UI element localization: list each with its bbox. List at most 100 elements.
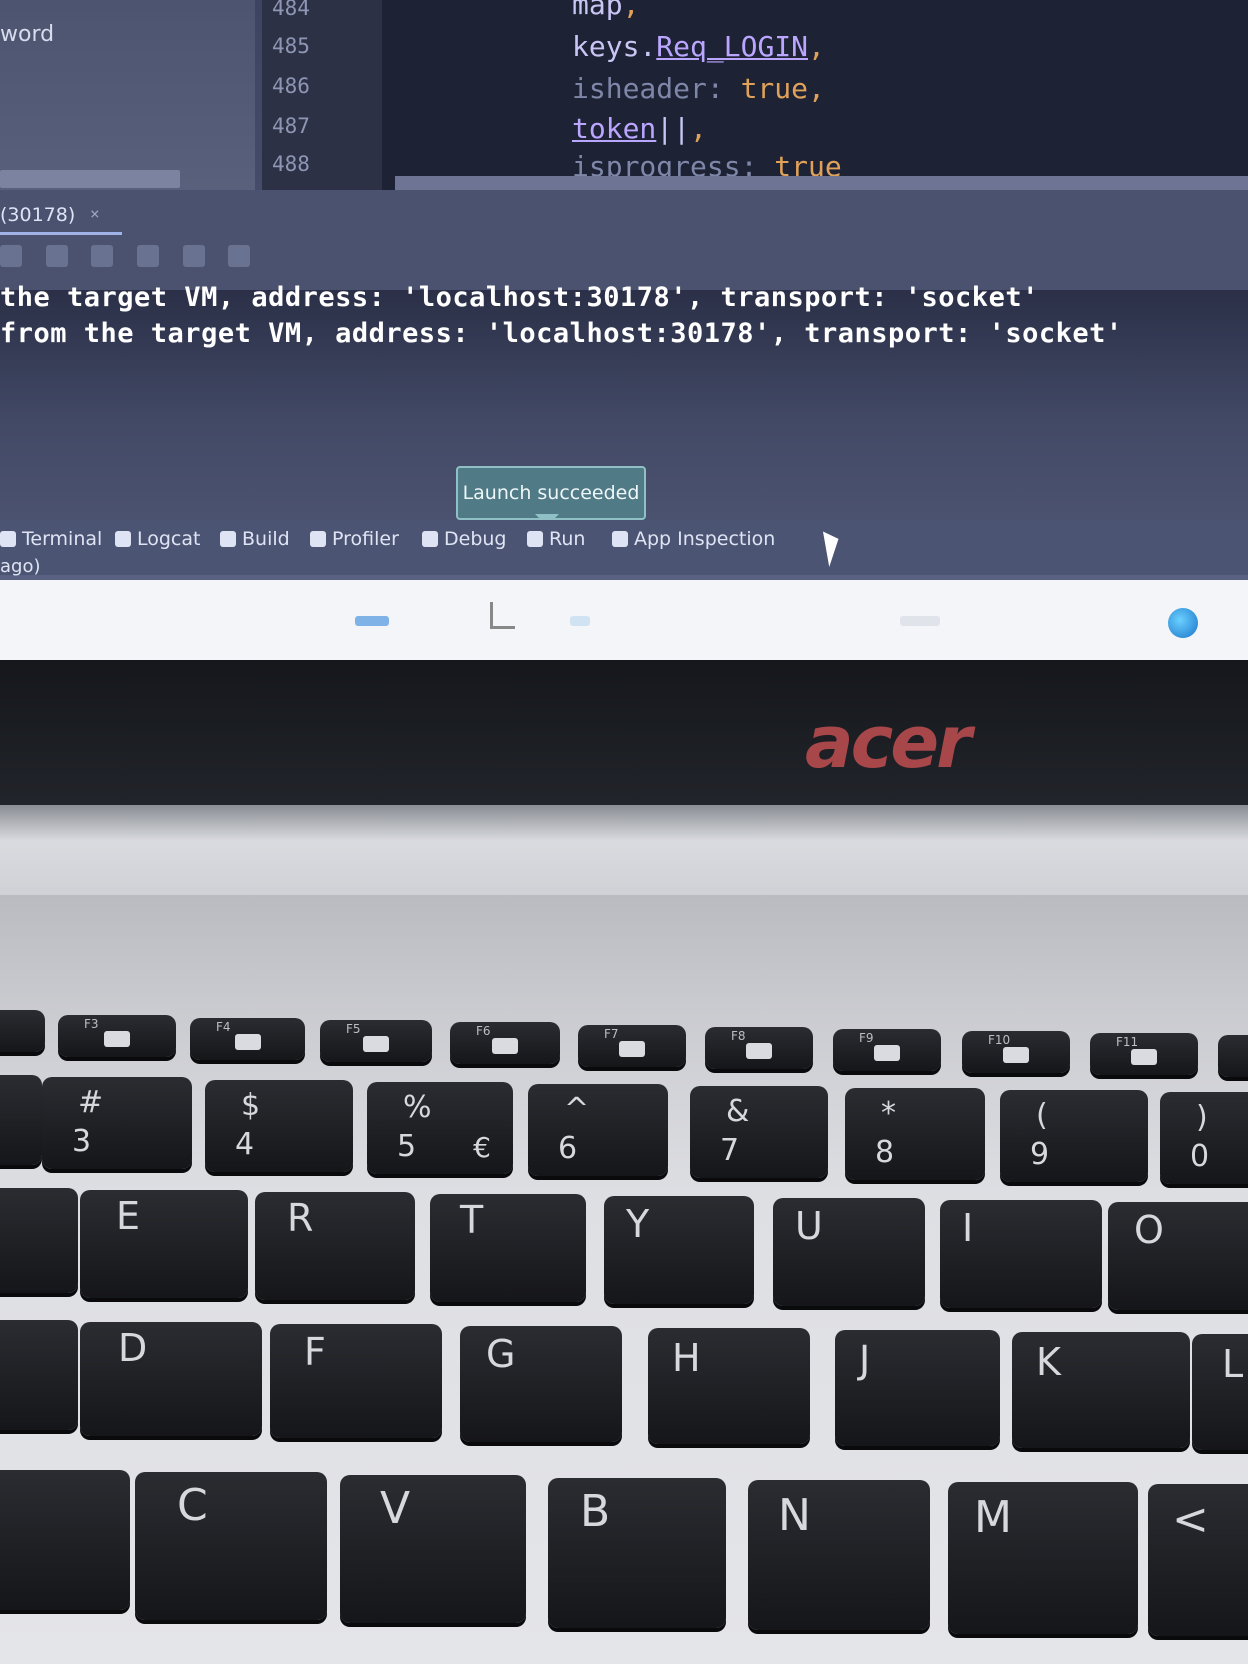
fn-key[interactable] bbox=[1218, 1035, 1248, 1077]
key-f[interactable]: F bbox=[270, 1324, 442, 1438]
key-n[interactable]: N bbox=[748, 1480, 930, 1630]
key-o[interactable]: O bbox=[1108, 1202, 1248, 1310]
line-number: 484 bbox=[272, 0, 310, 20]
line-number-gutter: 484 485 486 487 488 bbox=[262, 0, 382, 190]
key-x[interactable] bbox=[0, 1470, 130, 1610]
step-over-icon[interactable] bbox=[0, 245, 22, 267]
fn-key-f3[interactable]: F3 bbox=[58, 1015, 176, 1057]
key-5[interactable]: % 5 € bbox=[367, 1082, 513, 1174]
os-taskbar bbox=[0, 580, 1248, 660]
key-t[interactable]: T bbox=[430, 1194, 586, 1302]
code-editor[interactable]: map, keys.Req_LOGIN, isheader: true, tok… bbox=[382, 0, 1248, 190]
side-panel-label: word bbox=[0, 22, 55, 47]
key-7[interactable]: & 7 bbox=[690, 1086, 828, 1178]
run-tab[interactable]: Run bbox=[527, 528, 585, 550]
key-k[interactable]: K bbox=[1012, 1332, 1190, 1448]
key-c[interactable]: C bbox=[135, 1472, 327, 1620]
fn-key-f6[interactable]: F6 bbox=[450, 1022, 560, 1064]
key-e[interactable]: E bbox=[80, 1190, 248, 1298]
code-line: keys.Req_LOGIN, bbox=[572, 30, 825, 63]
key-g[interactable]: G bbox=[460, 1326, 622, 1442]
key-r[interactable]: R bbox=[255, 1192, 415, 1300]
key-6[interactable]: ^ 6 bbox=[528, 1084, 668, 1176]
build-tab[interactable]: Build bbox=[220, 528, 290, 550]
key-d[interactable]: D bbox=[80, 1322, 262, 1436]
code-token: isheader: bbox=[572, 72, 741, 105]
taskbar-app-icon[interactable] bbox=[570, 616, 590, 626]
fn-key-f4[interactable]: F4 bbox=[190, 1018, 305, 1060]
key-b[interactable]: B bbox=[548, 1478, 726, 1628]
key-y[interactable]: Y bbox=[604, 1196, 754, 1304]
keyboard-backlight-icon bbox=[874, 1045, 900, 1061]
active-tab-indicator bbox=[0, 232, 122, 235]
terminal-tab[interactable]: Terminal bbox=[0, 528, 102, 550]
task-view-icon[interactable] bbox=[490, 602, 515, 629]
fn-key-f5[interactable]: F5 bbox=[320, 1020, 432, 1062]
debug-session-tab[interactable]: (30178) bbox=[0, 204, 75, 226]
key-u[interactable]: U bbox=[773, 1198, 925, 1306]
code-line: isheader: true, bbox=[572, 72, 825, 105]
app-inspection-tab[interactable]: App Inspection bbox=[612, 528, 775, 550]
frames-icon[interactable] bbox=[228, 245, 251, 267]
hammer-icon bbox=[220, 531, 236, 547]
code-token: || bbox=[656, 112, 691, 145]
fn-key-f9[interactable]: F9 bbox=[833, 1029, 941, 1071]
browser-icon[interactable] bbox=[1168, 608, 1198, 638]
step-out-icon[interactable] bbox=[91, 245, 114, 267]
fn-key-f10[interactable]: F10 bbox=[962, 1031, 1070, 1073]
key[interactable] bbox=[0, 1075, 42, 1165]
bug-icon bbox=[422, 531, 438, 547]
tray-icon[interactable] bbox=[900, 616, 940, 626]
laptop-screen: word 484 485 486 487 488 map, keys.Req_L… bbox=[0, 0, 1248, 660]
key-0[interactable]: ) 0 bbox=[1160, 1092, 1248, 1184]
status-time: ago) bbox=[0, 556, 41, 577]
evaluate-icon[interactable] bbox=[182, 245, 205, 267]
code-token: Req_LOGIN bbox=[656, 30, 809, 63]
fn-key[interactable] bbox=[0, 1010, 45, 1052]
key-4[interactable]: $4 bbox=[205, 1080, 353, 1172]
volume-down-icon bbox=[1003, 1047, 1029, 1063]
key-s[interactable] bbox=[0, 1320, 78, 1430]
key-9[interactable]: (9 bbox=[1000, 1090, 1148, 1182]
key-i[interactable]: I bbox=[940, 1200, 1102, 1308]
debug-tab[interactable]: Debug bbox=[422, 528, 506, 550]
key-8[interactable]: * 8 bbox=[845, 1088, 985, 1180]
mute-icon bbox=[746, 1043, 772, 1059]
line-number: 485 bbox=[272, 34, 310, 58]
key-comma[interactable]: < bbox=[1148, 1484, 1248, 1636]
step-into-icon[interactable] bbox=[45, 245, 68, 267]
key-w[interactable] bbox=[0, 1188, 78, 1293]
play-icon bbox=[527, 531, 543, 547]
key-l[interactable]: L bbox=[1192, 1334, 1248, 1450]
key-j[interactable]: J bbox=[835, 1330, 1000, 1446]
touchpad-toggle-icon bbox=[619, 1041, 645, 1057]
start-icon[interactable] bbox=[355, 616, 389, 626]
editor-horizontal-scrollbar[interactable] bbox=[395, 176, 1248, 190]
debug-toolbar bbox=[0, 245, 264, 275]
key-h[interactable]: H bbox=[648, 1328, 810, 1444]
code-token: , bbox=[808, 72, 825, 105]
profiler-tab[interactable]: Profiler bbox=[310, 528, 399, 550]
code-token: , bbox=[690, 112, 707, 145]
side-panel-scrollbar[interactable] bbox=[0, 170, 180, 188]
volume-up-icon bbox=[1131, 1049, 1157, 1065]
key-v[interactable]: V bbox=[340, 1475, 526, 1623]
fn-key-f8[interactable]: F8 bbox=[705, 1027, 813, 1069]
logcat-tab[interactable]: Logcat bbox=[115, 528, 200, 550]
run-to-cursor-icon[interactable] bbox=[136, 245, 159, 267]
inspection-icon bbox=[612, 531, 628, 547]
code-line: map, bbox=[572, 0, 639, 21]
fn-key-f11[interactable]: F11 bbox=[1090, 1033, 1198, 1075]
key-m[interactable]: M bbox=[948, 1482, 1138, 1634]
key-3[interactable]: #3 bbox=[42, 1077, 192, 1169]
fn-key-f7[interactable]: F7 bbox=[578, 1025, 686, 1067]
line-number: 486 bbox=[272, 74, 310, 98]
brightness-up-icon bbox=[234, 1034, 261, 1050]
code-token: , bbox=[808, 30, 825, 63]
brightness-down-icon bbox=[104, 1031, 130, 1047]
tool-window-bar: Terminal Logcat Build Profiler Debug Run… bbox=[0, 520, 1248, 577]
close-icon[interactable]: × bbox=[90, 204, 100, 223]
terminal-icon bbox=[0, 531, 16, 547]
brand-logo: acer bbox=[805, 700, 972, 784]
console-line: from the target VM, address: 'localhost:… bbox=[0, 318, 1123, 349]
